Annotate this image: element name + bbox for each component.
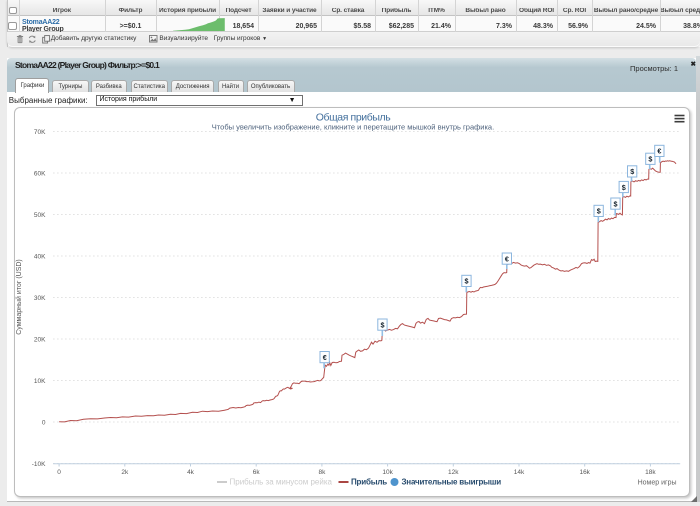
svg-text:$: $ (596, 207, 600, 216)
svg-text:10k: 10k (382, 469, 393, 476)
svg-text:70K: 70K (33, 129, 45, 136)
svg-text:8k: 8k (318, 469, 326, 476)
svg-text:10K: 10K (33, 378, 45, 385)
svg-text:€: € (322, 353, 326, 362)
svg-text:20K: 20K (33, 336, 45, 343)
svg-text:2k: 2k (121, 469, 129, 476)
svg-text:30K: 30K (33, 295, 45, 302)
svg-text:16k: 16k (579, 469, 590, 476)
svg-text:Номер игры: Номер игры (637, 480, 676, 487)
svg-text:12k: 12k (448, 469, 459, 476)
svg-text:6k: 6k (252, 469, 260, 476)
svg-text:$: $ (380, 320, 384, 329)
svg-text:€: € (657, 147, 661, 156)
svg-text:40K: 40K (33, 253, 45, 260)
svg-text:60K: 60K (33, 170, 45, 177)
svg-text:14k: 14k (513, 469, 524, 476)
svg-text:Прибыль: Прибыль (351, 478, 387, 487)
svg-text:$: $ (630, 167, 634, 176)
svg-text:Прибыль за минусом рейка: Прибыль за минусом рейка (229, 478, 332, 487)
svg-text:$: $ (621, 183, 625, 192)
svg-text:4k: 4k (187, 469, 195, 476)
svg-text:Чтобы увеличить изображение, к: Чтобы увеличить изображение, кликните и … (211, 122, 493, 131)
svg-text:$: $ (613, 199, 617, 208)
svg-text:€: € (504, 254, 508, 263)
svg-text:18k: 18k (645, 469, 656, 476)
svg-text:50K: 50K (33, 212, 45, 219)
svg-text:Значительные выигрыши: Значительные выигрыши (401, 478, 501, 487)
svg-text:0: 0 (41, 419, 45, 426)
svg-text:Суммарный итог (USD): Суммарный итог (USD) (15, 259, 23, 335)
svg-text:$: $ (464, 277, 468, 286)
svg-text:0: 0 (57, 469, 61, 476)
svg-text:$: $ (648, 155, 652, 164)
svg-text:-10K: -10K (31, 461, 45, 468)
